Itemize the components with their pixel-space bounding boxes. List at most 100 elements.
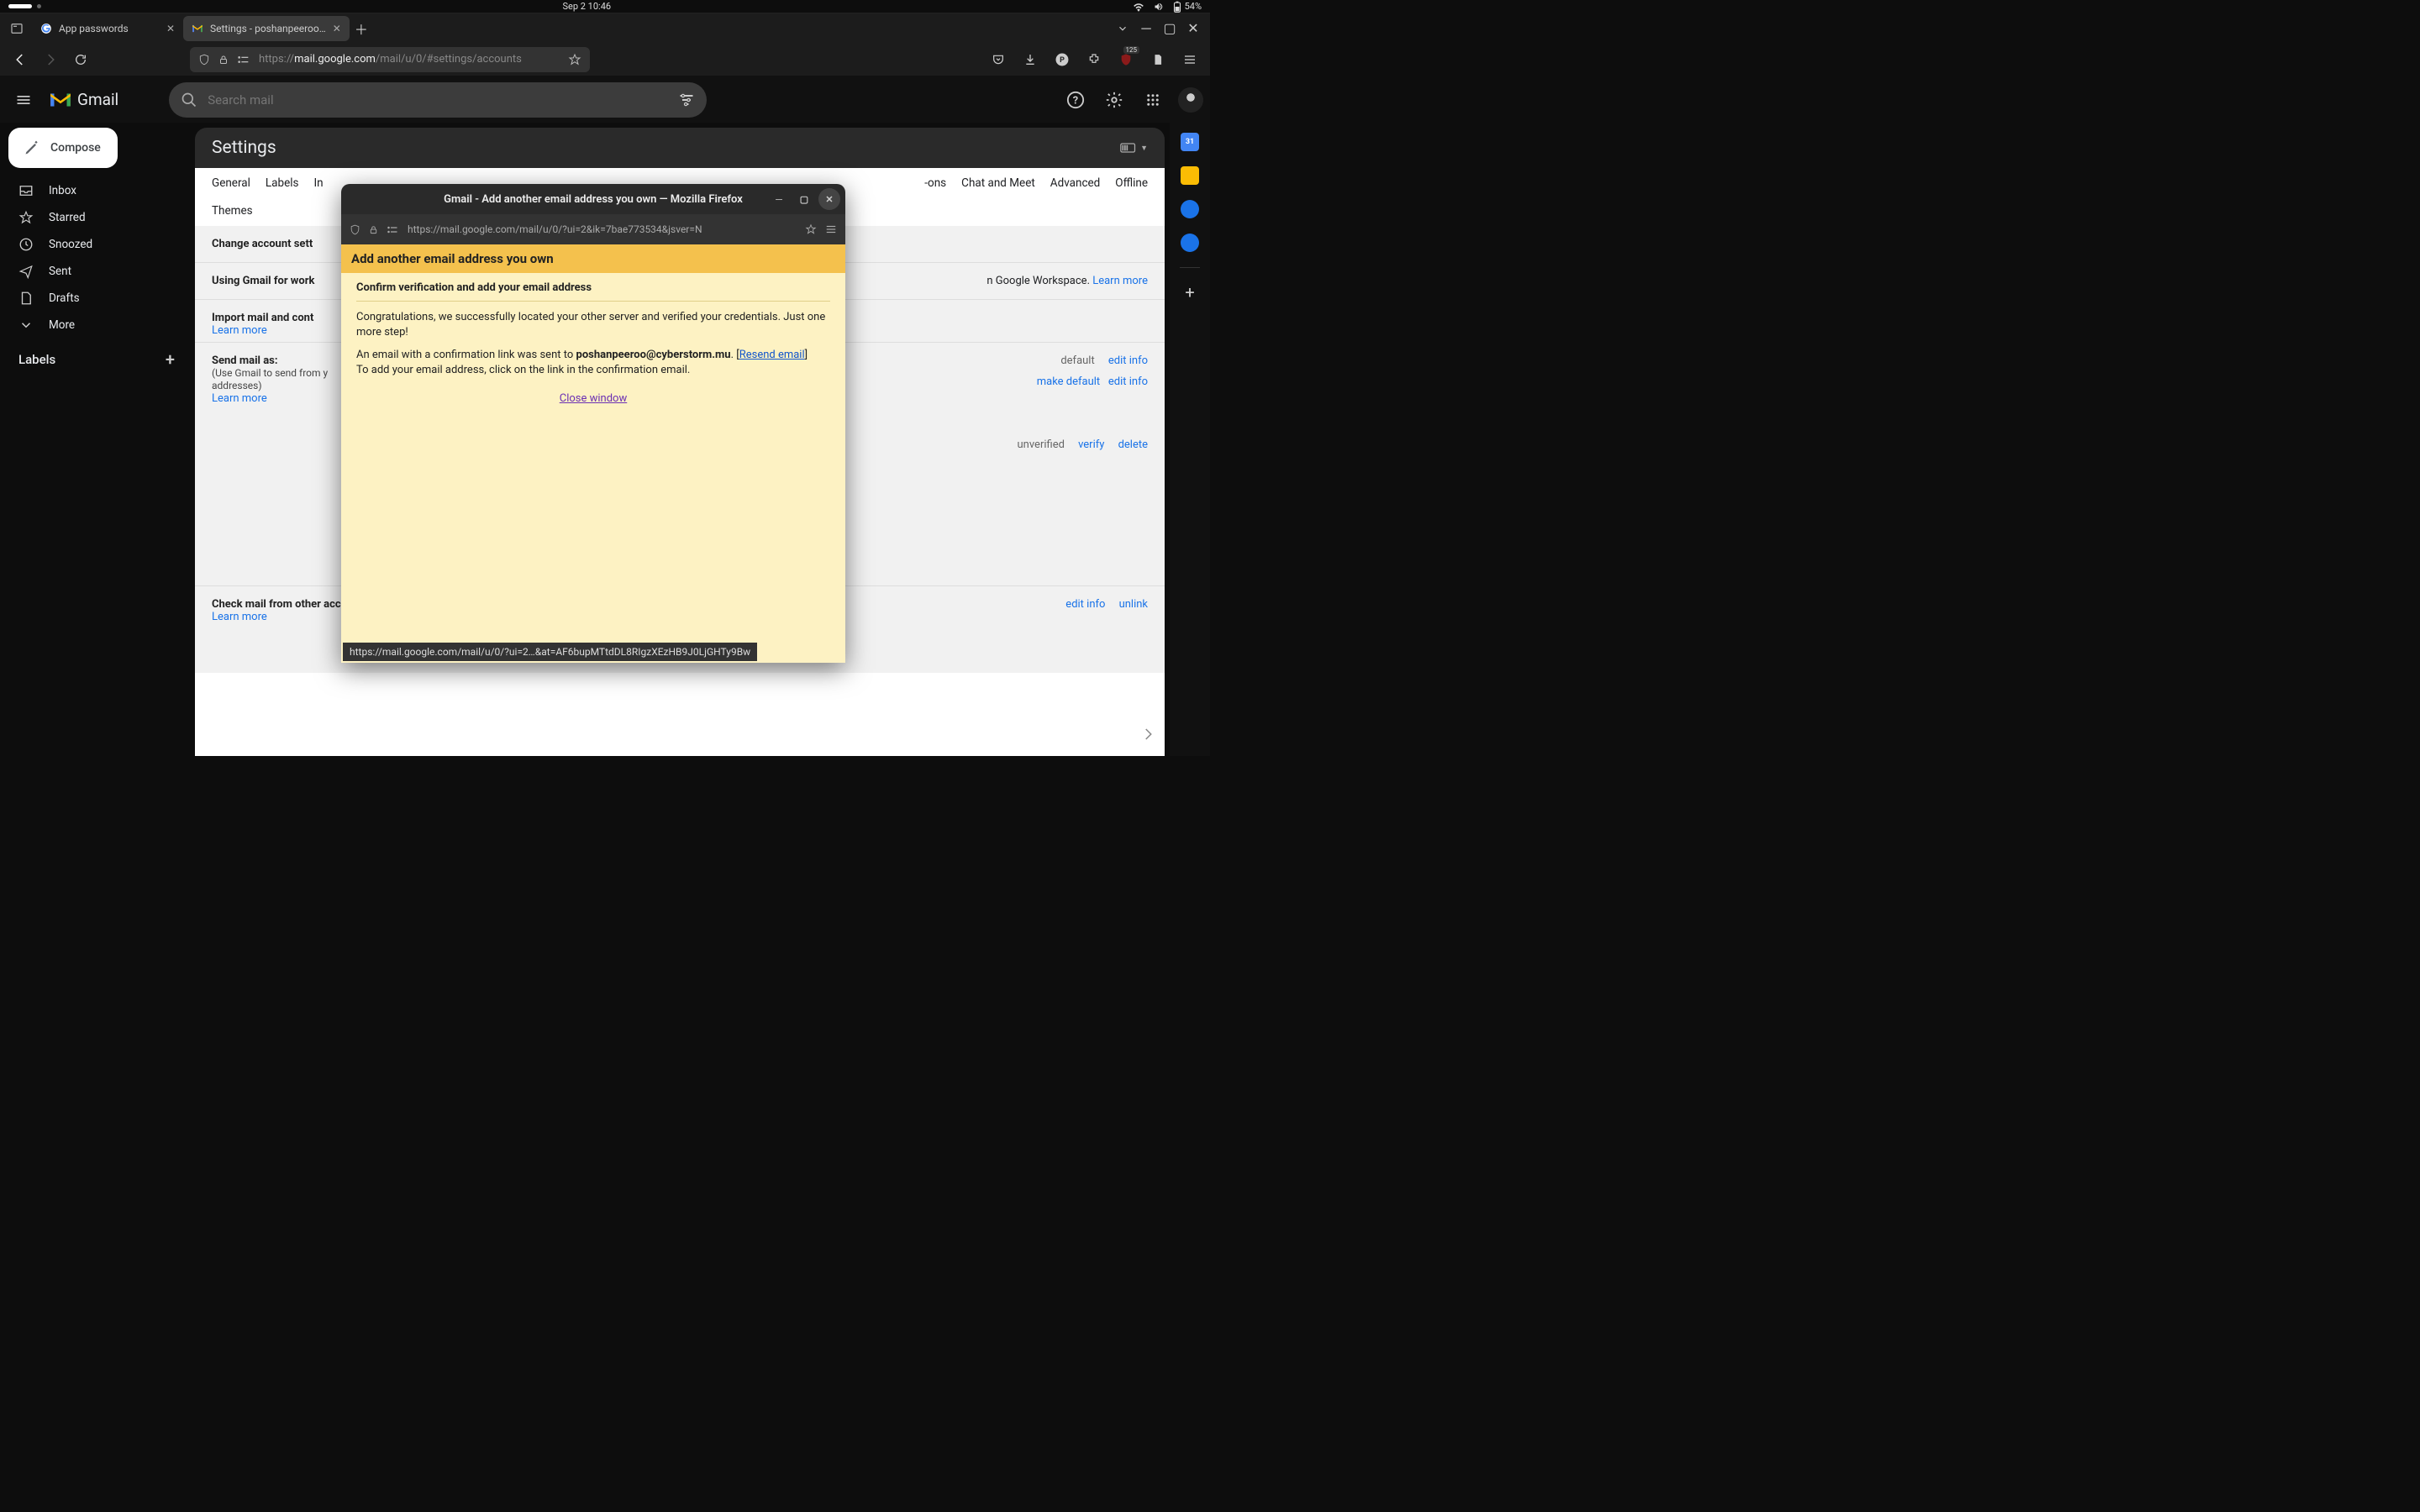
- search-options-icon[interactable]: [678, 92, 695, 108]
- input-indicator[interactable]: ▼: [1120, 143, 1148, 153]
- edit-info-link[interactable]: edit info: [1065, 598, 1105, 611]
- downloads-icon[interactable]: [1018, 48, 1042, 71]
- keep-app-icon[interactable]: [1181, 166, 1199, 185]
- add-app-button[interactable]: +: [1181, 283, 1199, 302]
- popup-title: Gmail - Add another email address you ow…: [444, 193, 743, 206]
- popup-titlebar[interactable]: Gmail - Add another email address you ow…: [341, 184, 845, 214]
- window-minimize-button[interactable]: ─: [1134, 17, 1158, 40]
- popup-minimize-button[interactable]: ─: [768, 188, 790, 210]
- popup-body: Add another email address you own Confir…: [341, 244, 845, 663]
- learn-more-link[interactable]: Learn more: [212, 611, 267, 623]
- forward-button[interactable]: [39, 48, 62, 71]
- extensions-icon[interactable]: [1082, 48, 1106, 71]
- make-default-link[interactable]: make default: [1037, 375, 1100, 388]
- recent-history-button[interactable]: [5, 17, 29, 40]
- popup-menu-icon[interactable]: [825, 223, 837, 235]
- close-window-link[interactable]: Close window: [560, 392, 628, 405]
- pocket-icon[interactable]: [986, 48, 1010, 71]
- send-icon: [18, 264, 34, 279]
- delete-link[interactable]: delete: [1118, 438, 1148, 451]
- unlink-link[interactable]: unlink: [1119, 598, 1148, 611]
- gmail-logo[interactable]: Gmail: [49, 90, 118, 109]
- popup-url[interactable]: https://mail.google.com/mail/u/0/?ui=2&i…: [408, 223, 797, 235]
- bookmark-star-icon[interactable]: [568, 53, 581, 66]
- learn-more-link[interactable]: Learn more: [1092, 275, 1148, 287]
- permissions-icon[interactable]: [387, 225, 399, 234]
- verify-link[interactable]: verify: [1078, 438, 1104, 451]
- lock-icon[interactable]: [369, 224, 378, 235]
- sidebar-item-snoozed[interactable]: Snoozed: [3, 232, 188, 257]
- edit-info-link[interactable]: edit info: [1108, 375, 1148, 388]
- tasks-app-icon[interactable]: [1181, 200, 1199, 218]
- permissions-icon[interactable]: [237, 55, 250, 65]
- ublock-icon[interactable]: 125: [1114, 48, 1138, 71]
- reload-button[interactable]: [69, 48, 92, 71]
- address-bar[interactable]: https://mail.google.com/mail/u/0/#settin…: [190, 47, 590, 72]
- sidebar-item-drafts[interactable]: Drafts: [3, 286, 188, 311]
- browser-urlbar: https://mail.google.com/mail/u/0/#settin…: [0, 43, 1210, 76]
- search-box[interactable]: [169, 82, 707, 118]
- document-icon[interactable]: [1146, 48, 1170, 71]
- tab-chat[interactable]: Chat and Meet: [961, 176, 1035, 197]
- popup-banner: Add another email address you own: [341, 244, 845, 273]
- resend-email-link[interactable]: Resend email: [739, 349, 805, 361]
- learn-more-link[interactable]: Learn more: [212, 324, 267, 337]
- calendar-app-icon[interactable]: 31: [1181, 133, 1199, 151]
- tab-general[interactable]: General: [212, 176, 250, 197]
- search-icon[interactable]: [181, 92, 197, 108]
- sidebar-item-starred[interactable]: Starred: [3, 205, 188, 230]
- compose-button[interactable]: Compose: [8, 128, 118, 168]
- settings-title: Settings: [212, 138, 276, 158]
- close-icon[interactable]: ✕: [333, 23, 341, 34]
- app-menu-icon[interactable]: [1178, 48, 1202, 71]
- search-input[interactable]: [208, 92, 668, 108]
- tab-themes[interactable]: Themes: [212, 204, 253, 218]
- settings-gear-icon[interactable]: [1101, 87, 1128, 113]
- popup-p2: An email with a confirmation link was se…: [356, 348, 830, 377]
- add-label-button[interactable]: +: [166, 349, 175, 370]
- status-pill: [8, 4, 32, 8]
- tab-inbox-cut[interactable]: In: [314, 176, 324, 197]
- send-as-row: default edit info: [1018, 354, 1149, 367]
- sidebar-item-inbox[interactable]: Inbox: [3, 178, 188, 203]
- window-close-button[interactable]: ✕: [1181, 17, 1205, 40]
- tabs-dropdown-button[interactable]: [1111, 17, 1134, 40]
- system-status-bar: Sep 2 10:46 54%: [0, 0, 1210, 13]
- popup-maximize-button[interactable]: ▢: [793, 188, 815, 210]
- draft-icon: [18, 291, 34, 306]
- tab-settings[interactable]: Settings - poshanpeeroo… ✕: [183, 16, 350, 41]
- shield-icon[interactable]: [198, 54, 210, 66]
- inbox-icon: [18, 183, 34, 198]
- lock-icon[interactable]: [218, 54, 229, 66]
- window-maximize-button[interactable]: ▢: [1158, 17, 1181, 40]
- learn-more-link[interactable]: Learn more: [212, 392, 267, 405]
- gmail-favicon-icon: [192, 23, 203, 34]
- new-tab-button[interactable]: ＋: [350, 17, 373, 40]
- contacts-app-icon[interactable]: [1181, 234, 1199, 252]
- back-button[interactable]: [8, 48, 32, 71]
- tab-labels[interactable]: Labels: [266, 176, 299, 197]
- svg-text:P: P: [1060, 56, 1065, 65]
- account-avatar[interactable]: [1178, 87, 1203, 113]
- sidebar-item-sent[interactable]: Sent: [3, 259, 188, 284]
- tab-app-passwords[interactable]: App passwords ✕: [32, 16, 183, 41]
- right-rail: 31 +: [1170, 123, 1210, 756]
- tab-addons-suffix[interactable]: -ons: [924, 176, 946, 197]
- shield-icon[interactable]: [350, 224, 360, 235]
- popup-window: Gmail - Add another email address you ow…: [341, 184, 845, 663]
- main-menu-button[interactable]: [7, 83, 40, 117]
- popup-close-button[interactable]: ✕: [818, 188, 840, 210]
- section-label: Import mail and cont: [212, 312, 313, 324]
- tab-advanced[interactable]: Advanced: [1050, 176, 1101, 197]
- account-icon[interactable]: P: [1050, 48, 1074, 71]
- tab-offline[interactable]: Offline: [1115, 176, 1148, 197]
- bookmark-star-icon[interactable]: [805, 223, 817, 235]
- labels-title: Labels: [18, 352, 55, 367]
- sidebar-item-more[interactable]: More: [3, 312, 188, 338]
- close-icon[interactable]: ✕: [166, 23, 175, 34]
- side-panel-toggle[interactable]: [1136, 722, 1160, 746]
- edit-info-link[interactable]: edit info: [1108, 354, 1148, 367]
- support-icon[interactable]: ?: [1062, 87, 1089, 113]
- apps-grid-icon[interactable]: [1139, 87, 1166, 113]
- ublock-badge: 125: [1123, 46, 1140, 54]
